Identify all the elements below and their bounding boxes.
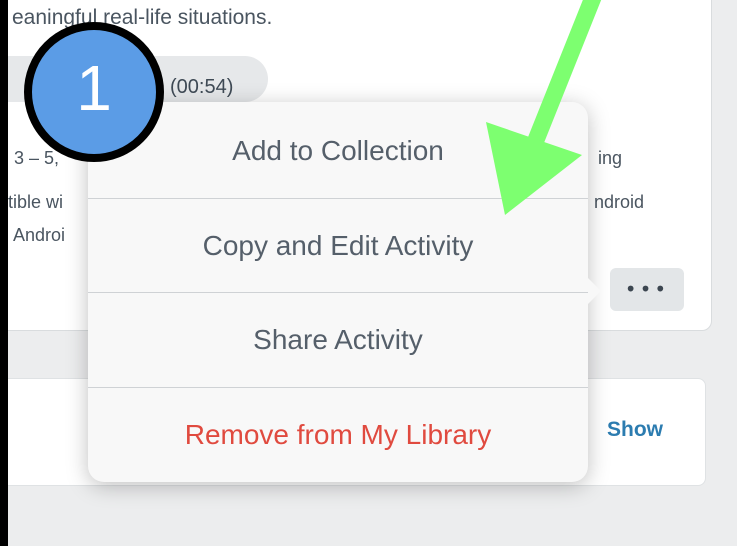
step-number: 1 [76,52,112,124]
step-number-badge: 1 [24,22,164,162]
app-screen: eaningful real-life situations. (00:54) … [8,0,737,546]
